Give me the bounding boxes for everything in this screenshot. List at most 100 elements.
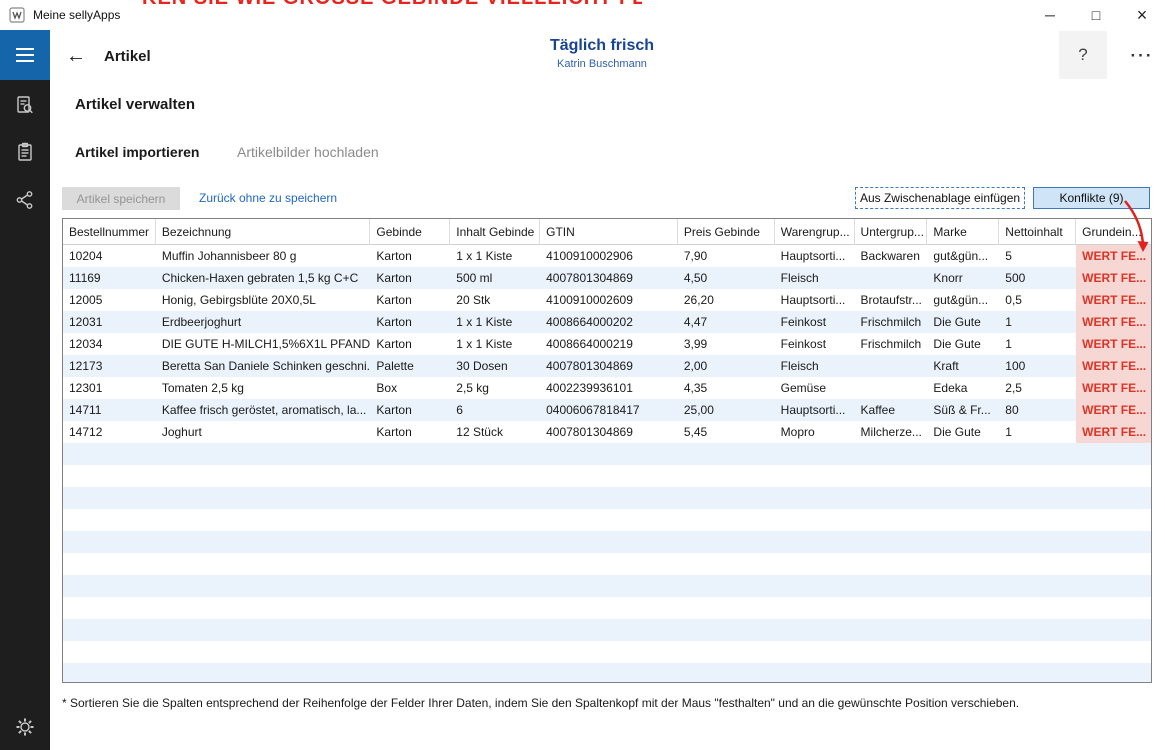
table-cell[interactable]: 20 Stk [450, 289, 540, 311]
table-cell[interactable]: 12301 [63, 377, 156, 399]
column-header[interactable]: Gebinde [370, 219, 450, 245]
table-cell[interactable]: 04006067818417 [540, 399, 678, 421]
table-cell[interactable]: Tomaten 2,5 kg [156, 377, 371, 399]
table-cell[interactable]: DIE GUTE H-MILCH1,5%6X1L PFAND [156, 333, 371, 355]
table-cell[interactable]: 11169 [63, 267, 156, 289]
table-cell[interactable]: 3,99 [678, 333, 775, 355]
table-cell[interactable]: Hauptsorti... [775, 289, 855, 311]
table-cell[interactable]: Palette [370, 355, 450, 377]
table-cell[interactable]: 4,35 [678, 377, 775, 399]
table-cell[interactable]: Joghurt [156, 421, 371, 443]
table-cell[interactable] [855, 355, 928, 377]
table-cell[interactable]: 12 Stück [450, 421, 540, 443]
table-row[interactable]: 12173Beretta San Daniele Schinken geschn… [63, 355, 1151, 377]
table-cell[interactable]: Box [370, 377, 450, 399]
conflicts-button[interactable]: Konflikte (9) [1033, 187, 1150, 209]
table-cell[interactable]: 1 [999, 421, 1076, 443]
column-header[interactable]: Marke [927, 219, 999, 245]
column-header[interactable]: Preis Gebinde [678, 219, 775, 245]
conflict-cell[interactable]: WERT FE... [1076, 311, 1151, 333]
table-cell[interactable]: 1 x 1 Kiste [450, 333, 540, 355]
table-cell[interactable]: 4100910002609 [540, 289, 678, 311]
table-row[interactable]: 14712JoghurtKarton12 Stück40078013048695… [63, 421, 1151, 443]
table-row[interactable]: 10204Muffin Johannisbeer 80 gKarton1 x 1… [63, 245, 1151, 267]
table-cell[interactable]: Karton [370, 421, 450, 443]
table-row[interactable]: 12034DIE GUTE H-MILCH1,5%6X1L PFANDKarto… [63, 333, 1151, 355]
table-cell[interactable]: 1 [999, 333, 1076, 355]
table-cell[interactable]: Karton [370, 311, 450, 333]
tab-artikel-importieren[interactable]: Artikel importieren [75, 144, 199, 160]
table-cell[interactable]: Karton [370, 267, 450, 289]
sidebar-item-share[interactable] [0, 180, 50, 220]
conflict-cell[interactable]: WERT FE... [1076, 355, 1151, 377]
table-cell[interactable]: gut&gün... [927, 245, 999, 267]
table-cell[interactable]: 7,90 [678, 245, 775, 267]
table-cell[interactable]: Beretta San Daniele Schinken geschni... [156, 355, 371, 377]
table-cell[interactable]: Fleisch [775, 267, 855, 289]
table-cell[interactable]: 4,50 [678, 267, 775, 289]
table-cell[interactable]: Chicken-Haxen gebraten 1,5 kg C+C [156, 267, 371, 289]
table-cell[interactable]: 1 x 1 Kiste [450, 245, 540, 267]
table-cell[interactable]: 100 [999, 355, 1076, 377]
table-cell[interactable]: Milcherze... [855, 421, 928, 443]
table-cell[interactable]: 30 Dosen [450, 355, 540, 377]
table-cell[interactable]: 4002239936101 [540, 377, 678, 399]
save-articles-button[interactable]: Artikel speichern [62, 187, 180, 210]
table-cell[interactable]: Knorr [927, 267, 999, 289]
table-cell[interactable]: 4007801304869 [540, 267, 678, 289]
paste-from-clipboard-button[interactable]: Aus Zwischenablage einfügen [855, 187, 1025, 209]
menu-button[interactable] [0, 30, 50, 80]
table-cell[interactable]: 25,00 [678, 399, 775, 421]
table-cell[interactable]: 2,00 [678, 355, 775, 377]
table-cell[interactable]: 2,5 kg [450, 377, 540, 399]
table-cell[interactable]: Kraft [927, 355, 999, 377]
column-header[interactable]: Bestellnummer [63, 219, 156, 245]
table-cell[interactable]: Muffin Johannisbeer 80 g [156, 245, 371, 267]
table-cell[interactable]: Brotaufstr... [855, 289, 928, 311]
table-cell[interactable]: 4008664000219 [540, 333, 678, 355]
conflict-cell[interactable]: WERT FE... [1076, 289, 1151, 311]
column-header[interactable]: Nettoinhalt [999, 219, 1076, 245]
minimize-icon[interactable]: ─ [1027, 0, 1073, 30]
conflict-cell[interactable]: WERT FE... [1076, 377, 1151, 399]
table-cell[interactable]: 4007801304869 [540, 355, 678, 377]
table-cell[interactable]: 12173 [63, 355, 156, 377]
table-cell[interactable]: Honig, Gebirgsblüte 20X0,5L [156, 289, 371, 311]
table-cell[interactable]: Karton [370, 333, 450, 355]
column-header[interactable]: Bezeichnung [156, 219, 371, 245]
table-cell[interactable]: Fleisch [775, 355, 855, 377]
table-cell[interactable]: 14711 [63, 399, 156, 421]
table-cell[interactable]: 500 ml [450, 267, 540, 289]
table-cell[interactable]: Karton [370, 399, 450, 421]
back-without-saving-link[interactable]: Zurück ohne zu speichern [199, 191, 337, 205]
column-header[interactable]: Grundein... [1076, 219, 1151, 245]
table-cell[interactable]: gut&gün... [927, 289, 999, 311]
conflict-cell[interactable]: WERT FE... [1076, 421, 1151, 443]
table-cell[interactable]: Hauptsorti... [775, 245, 855, 267]
sidebar-item-search-articles[interactable] [0, 85, 50, 125]
table-cell[interactable]: 12034 [63, 333, 156, 355]
back-button[interactable]: ← [62, 42, 90, 70]
maximize-icon[interactable]: □ [1073, 0, 1119, 30]
table-cell[interactable]: Erdbeerjoghurt [156, 311, 371, 333]
table-cell[interactable]: 14712 [63, 421, 156, 443]
table-cell[interactable]: Edeka [927, 377, 999, 399]
conflict-cell[interactable]: WERT FE... [1076, 267, 1151, 289]
table-cell[interactable]: 4008664000202 [540, 311, 678, 333]
table-cell[interactable]: Kaffee [855, 399, 928, 421]
table-row[interactable]: 11169Chicken-Haxen gebraten 1,5 kg C+CKa… [63, 267, 1151, 289]
table-cell[interactable]: Gemüse [775, 377, 855, 399]
column-header[interactable]: GTIN [540, 219, 678, 245]
table-cell[interactable]: Die Gute [927, 333, 999, 355]
table-cell[interactable]: 4100910002906 [540, 245, 678, 267]
sidebar-item-settings[interactable] [0, 707, 50, 747]
table-cell[interactable]: 4007801304869 [540, 421, 678, 443]
table-cell[interactable]: Karton [370, 245, 450, 267]
table-cell[interactable]: 5 [999, 245, 1076, 267]
table-cell[interactable]: Die Gute [927, 311, 999, 333]
table-cell[interactable]: 80 [999, 399, 1076, 421]
table-cell[interactable]: Kaffee frisch geröstet, aromatisch, la..… [156, 399, 371, 421]
table-row[interactable]: 14711Kaffee frisch geröstet, aromatisch,… [63, 399, 1151, 421]
table-cell[interactable]: Hauptsorti... [775, 399, 855, 421]
table-cell[interactable]: Feinkost [775, 311, 855, 333]
